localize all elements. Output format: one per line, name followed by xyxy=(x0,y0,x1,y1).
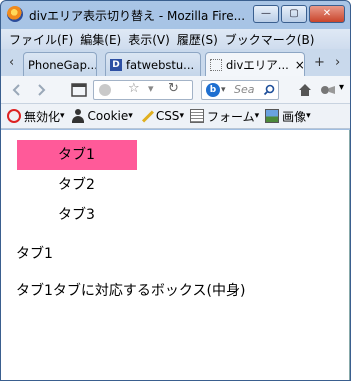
user-icon xyxy=(71,109,85,123)
tab-label: divエリア... xyxy=(226,58,289,72)
tab-label: PhoneGap... xyxy=(28,57,97,72)
home-icon[interactable] xyxy=(297,82,313,98)
navbar-overflow-icon[interactable]: ▾ xyxy=(339,82,344,93)
tab-phonegap[interactable]: PhoneGap... xyxy=(23,52,97,76)
title-bar: divエリア表示切り替え - Mozilla Fire... — ▢ ✕ xyxy=(1,1,350,29)
new-tab-button[interactable]: + xyxy=(314,55,325,70)
menu-edit[interactable]: 編集(E) xyxy=(80,31,121,48)
toolbar-disable[interactable]: 無効化 ▾ xyxy=(7,108,65,125)
d-favicon-icon: D xyxy=(110,58,122,71)
panel-title: タブ1 xyxy=(16,246,53,262)
toolbar-css[interactable]: CSS ▾ xyxy=(139,109,184,123)
toolbar-label: 画像 xyxy=(282,109,307,124)
menu-view[interactable]: 表示(V) xyxy=(128,31,170,48)
tab-label: fatwebstu... xyxy=(126,57,195,72)
firefox-logo-icon xyxy=(7,6,23,22)
window-title: divエリア表示切り替え - Mozilla Fire... xyxy=(29,9,246,23)
close-button[interactable]: ✕ xyxy=(309,5,345,23)
tab-div-area[interactable]: divエリア... × xyxy=(205,52,305,77)
bookmark-star-icon[interactable]: ☆ xyxy=(128,81,140,96)
minimize-button[interactable]: — xyxy=(253,5,279,23)
page-tab-3[interactable]: タブ3 xyxy=(17,200,137,230)
page-tab-1[interactable]: タブ1 xyxy=(17,140,137,170)
toolbar-label: CSS xyxy=(155,109,180,123)
menu-history[interactable]: 履歴(S) xyxy=(177,31,218,48)
menu-bar: ファイル(F) 編集(E) 表示(V) 履歴(S) ブックマーク(B) xyxy=(1,29,350,49)
toolbar-images[interactable]: 画像 ▾ xyxy=(265,108,311,125)
browser-window: divエリア表示切り替え - Mozilla Fire... — ▢ ✕ ファイ… xyxy=(0,0,351,381)
disable-icon xyxy=(7,109,21,123)
tab-bar: ‹ PhoneGap... D fatwebstu... divエリア... ×… xyxy=(1,49,350,77)
image-icon xyxy=(265,109,280,123)
search-engine-icon[interactable]: b xyxy=(206,83,220,97)
search-input[interactable]: b ▾ Sea xyxy=(201,80,279,100)
navigation-bar: ☆ ▾ ↻ b ▾ Sea ▾ xyxy=(1,76,350,104)
toolbar-forms[interactable]: フォーム ▾ xyxy=(189,108,259,125)
toolbar-label: フォーム xyxy=(206,109,255,124)
web-developer-toolbar: 無効化 ▾ Cookie ▾ CSS ▾ フォーム ▾ 画像 ▾ xyxy=(1,104,350,129)
tab-scroll-right-icon[interactable]: › xyxy=(335,55,340,70)
page-content: タブ1 タブ2 タブ3 タブ1 タブ1タブに対応するボックス(中身) xyxy=(1,130,350,380)
url-input[interactable]: ☆ ▾ ↻ xyxy=(93,80,193,100)
search-engine-dropdown-icon[interactable]: ▾ xyxy=(221,81,226,99)
page-tab-list: タブ1 タブ2 タブ3 xyxy=(17,140,137,230)
magnifier-icon[interactable] xyxy=(263,84,275,96)
form-icon xyxy=(189,109,204,123)
back-icon[interactable] xyxy=(9,82,25,98)
toolbar-cookie[interactable]: Cookie ▾ xyxy=(71,109,133,123)
page-tab-2[interactable]: タブ2 xyxy=(17,170,137,200)
toolbar-label: Cookie xyxy=(87,109,129,123)
panel-body: タブ1タブに対応するボックス(中身) xyxy=(16,283,246,299)
maximize-button[interactable]: ▢ xyxy=(281,5,307,23)
search-placeholder: Sea xyxy=(234,83,255,96)
menu-bookmarks[interactable]: ブックマーク(B) xyxy=(225,31,315,48)
reload-icon[interactable]: ↻ xyxy=(168,81,179,96)
blank-page-icon xyxy=(210,59,222,71)
pencil-icon xyxy=(139,109,154,123)
toolbar-label: 無効化 xyxy=(24,109,61,124)
tab-fatwebstudio[interactable]: D fatwebstu... xyxy=(105,52,201,76)
addon-icon[interactable] xyxy=(319,82,337,98)
menu-file[interactable]: ファイル(F) xyxy=(9,31,73,48)
forward-icon[interactable] xyxy=(33,82,49,98)
window-icon[interactable] xyxy=(71,82,87,98)
tab-scroll-left-icon[interactable]: ‹ xyxy=(9,55,14,70)
globe-icon xyxy=(99,84,111,96)
close-tab-icon[interactable]: × xyxy=(295,58,304,72)
dropdown-arrow-icon[interactable]: ▾ xyxy=(148,82,154,95)
